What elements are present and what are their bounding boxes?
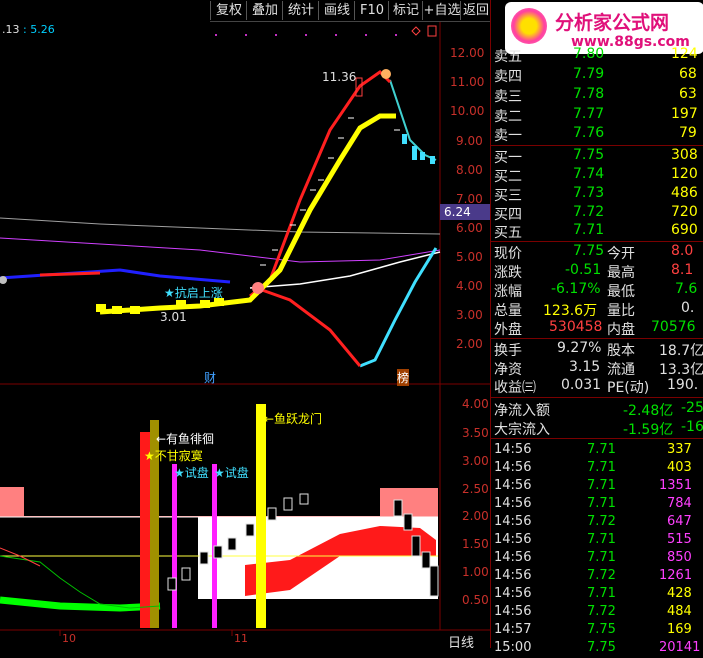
current-price-tag: 6.24 xyxy=(444,205,471,219)
tick-row: 14:56 7.71 850 xyxy=(494,550,692,565)
order-row-buy4: 买四 7.72 720 xyxy=(494,204,698,223)
tick-row: 14:56 7.71 515 xyxy=(494,532,692,547)
low-price-label: 3.01 xyxy=(160,310,187,324)
kang-label: ★抗启上涨 xyxy=(164,286,223,300)
axis-label-10: 10.00 xyxy=(450,104,485,118)
stats-separator xyxy=(491,241,703,242)
order-row-buy5: 买五 7.71 690 xyxy=(494,222,698,241)
order-row-sell2: 卖二 7.77 197 xyxy=(494,106,698,125)
axis-label-5: 5.00 xyxy=(456,250,483,264)
axis-label-9: 9.00 xyxy=(456,134,483,148)
high-price-label: 11.36 xyxy=(322,70,357,84)
lower-axis-1: 1.00 xyxy=(462,565,489,579)
tick-row: 14:56 7.72 647 xyxy=(494,514,692,529)
x-label-11: 11 xyxy=(234,632,248,645)
top-marker-box xyxy=(427,25,437,37)
lower-axis-3: 3.00 xyxy=(462,454,489,468)
shipan-label-2: ★试盘 xyxy=(214,466,249,480)
bang-label: 榜 xyxy=(397,369,410,386)
stats2-separator xyxy=(491,338,703,339)
lower-axis-35: 3.50 xyxy=(462,426,489,440)
axis-label-6: 6.00 xyxy=(456,221,483,235)
tick-row: 14:56 7.71 1351 xyxy=(494,478,693,493)
order-row-buy1: 买一 7.75 308 xyxy=(494,147,698,166)
stat-row-volume: 总量 123.6万 量比 0. xyxy=(494,300,695,319)
logo-title: 分析家公式网 xyxy=(555,12,670,34)
chart-area[interactable]: 复权 叠加 统计 画线 F10 标记 +自选 返回 .13 : 5.26 12.… xyxy=(0,0,490,651)
cai-label: 财 xyxy=(204,371,217,385)
stat-row-turnover: 换手 9.27% 股本 18.7亿 xyxy=(494,340,703,359)
ma-line-magenta xyxy=(0,237,441,263)
candles xyxy=(260,117,400,266)
stat-row-outer: 外盘 530458 内盘 70576 xyxy=(494,319,696,338)
tick-row: 14:56 7.72 1261 xyxy=(494,568,693,583)
period-selector[interactable]: 日线 xyxy=(448,632,474,651)
red-curve xyxy=(249,70,392,367)
order-row-sell5: 卖五 7.80 124 xyxy=(494,46,698,65)
axis-label-12: 12.00 xyxy=(450,46,485,60)
green-base xyxy=(0,596,161,612)
lower-axis-4: 4.00 xyxy=(462,397,489,411)
stat-row-netasset: 净资 3.15 流通 13.3亿 xyxy=(494,359,703,378)
top-markers xyxy=(215,34,397,36)
lower-axis-15: 1.50 xyxy=(462,537,489,551)
flow-row-block: 大宗流入 -1.59亿 -16 xyxy=(494,419,703,438)
top-marker-diamond xyxy=(411,26,421,36)
shipan-label-1: ★试盘 xyxy=(174,466,209,480)
flows-separator xyxy=(491,397,703,398)
axis-label-7: 7.00 xyxy=(456,192,483,206)
x-label-10: 10 xyxy=(62,632,76,645)
logo-flower-icon xyxy=(511,8,547,44)
yellow-curve xyxy=(99,113,396,315)
axis-label-8: 8.00 xyxy=(456,163,483,177)
order-row-sell3: 卖三 7.78 63 xyxy=(494,86,697,105)
high-marker xyxy=(381,69,391,79)
lower-axis-2: 2.00 xyxy=(462,509,489,523)
baseline-blue xyxy=(0,268,231,284)
flow-row-net: 净流入额 -2.48亿 -25 xyxy=(494,400,703,419)
bugan-label: ★不甘寂寞 xyxy=(144,449,203,463)
cyan-rise xyxy=(359,247,438,368)
stat-row-pct: 涨幅 -6.17% 最低 7.6 xyxy=(494,281,698,300)
tick-row: 14:56 7.71 428 xyxy=(494,586,692,601)
axis-label-11: 11.00 xyxy=(450,75,485,89)
tick-row: 14:57 7.75 169 xyxy=(494,622,692,637)
stat-row-change: 涨跌 -0.51 最高 8.1 xyxy=(494,262,694,281)
kline-chart[interactable] xyxy=(0,0,490,648)
baseline-red xyxy=(39,271,101,277)
order-row-sell4: 卖四 7.79 68 xyxy=(494,66,697,85)
order-row-buy2: 买二 7.74 120 xyxy=(494,166,698,185)
axis-label-4: 4.00 xyxy=(456,279,483,293)
lower-axis-25: 2.50 xyxy=(462,482,489,496)
black-box-right xyxy=(380,462,438,488)
signal-bar-yellow xyxy=(256,404,266,628)
signal-bar-magenta-1 xyxy=(172,464,177,628)
tick-row: 14:56 7.71 403 xyxy=(494,460,692,475)
tick-row: 15:00 7.75 20141 xyxy=(494,640,701,655)
book-separator xyxy=(491,145,703,146)
quote-panel: 分析家公式网 www.88gs.com 卖五 7.80 124 卖四 7.79 68 卖… xyxy=(490,0,703,655)
tick-row: 14:56 7.71 337 xyxy=(494,442,692,457)
ma-line-grey xyxy=(0,217,441,235)
axis-label-3: 3.00 xyxy=(456,308,483,322)
tick-row: 14:56 7.71 784 xyxy=(494,496,692,511)
lower-axis-05: 0.50 xyxy=(462,593,489,607)
low-marker xyxy=(252,282,264,294)
axis-label-2: 2.00 xyxy=(456,337,483,351)
ticks-separator xyxy=(491,438,703,439)
order-row-sell1: 卖一 7.76 79 xyxy=(494,125,697,144)
tick-row: 14:56 7.72 484 xyxy=(494,604,692,619)
yu-paihui-label: ←有鱼徘徊 xyxy=(156,432,215,446)
stat-row-price: 现价 7.75 今开 8.0 xyxy=(494,243,694,262)
order-row-buy3: 买三 7.73 486 xyxy=(494,185,698,204)
stat-row-eps: 收益㈢ 0.031 PE(动) 190. xyxy=(494,377,699,396)
yuyue-label: ←鱼跃龙门 xyxy=(264,412,323,426)
